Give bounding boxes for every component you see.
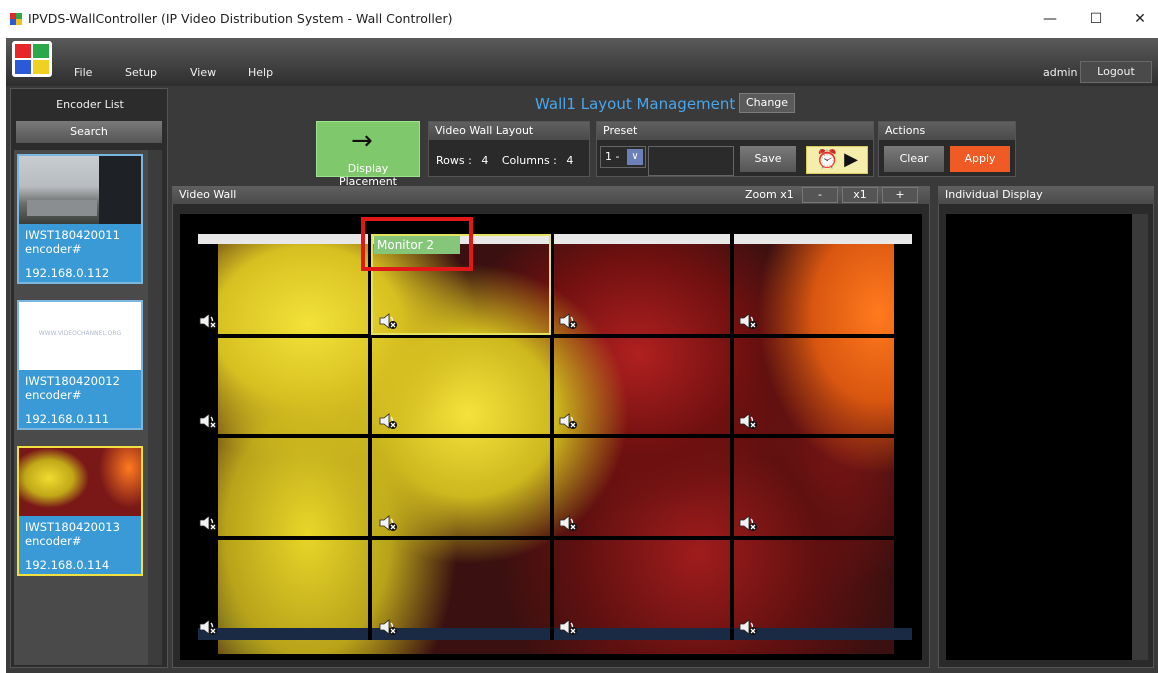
video-wall-image bbox=[218, 234, 894, 654]
grid-line bbox=[198, 334, 912, 338]
encoder-item[interactable]: WWW.VIDEOCHANNEL.ORG IWST180420012 encod… bbox=[17, 300, 143, 430]
save-preset-button[interactable]: Save bbox=[740, 146, 796, 172]
individual-display-scrollbar[interactable] bbox=[1132, 214, 1148, 660]
encoder-ip: 192.168.0.111 bbox=[25, 412, 110, 426]
close-button[interactable]: ✕ bbox=[1120, 6, 1158, 32]
apply-button[interactable]: Apply bbox=[950, 146, 1010, 172]
layout-group-title: Video Wall Layout bbox=[429, 122, 589, 140]
menu-view[interactable]: View bbox=[190, 66, 216, 79]
encoder-type: encoder# bbox=[25, 242, 82, 256]
window-title: IPVDS-WallController (IP Video Distribut… bbox=[28, 11, 453, 26]
menu-file[interactable]: File bbox=[74, 66, 92, 79]
preset-group-title: Preset bbox=[597, 122, 873, 140]
encoder-list-scrollbar[interactable] bbox=[148, 150, 162, 665]
columns-value: 4 bbox=[566, 154, 574, 167]
speaker-muted-icon[interactable] bbox=[378, 412, 398, 430]
encoder-type: encoder# bbox=[25, 388, 82, 402]
zoom-level: Zoom x1 bbox=[745, 188, 794, 201]
speaker-muted-icon[interactable] bbox=[558, 312, 578, 330]
zoom-reset-button[interactable]: x1 bbox=[842, 187, 878, 203]
encoder-id: IWST180420013 bbox=[25, 520, 120, 534]
encoder-list-title: Encoder List bbox=[56, 98, 124, 111]
encoder-id: IWST180420012 bbox=[25, 374, 120, 388]
display-placement-label: Display Placement bbox=[338, 162, 397, 188]
preset-selected-value: 1 - bbox=[605, 150, 620, 163]
rows-value: 4 bbox=[481, 154, 489, 167]
clear-button[interactable]: Clear bbox=[884, 146, 944, 172]
individual-display-screen bbox=[946, 214, 1132, 660]
wall-top-strip bbox=[198, 234, 912, 244]
thumbnail-text: WWW.VIDEOCHANNEL.ORG bbox=[38, 330, 122, 337]
speaker-muted-icon[interactable] bbox=[558, 514, 578, 532]
app-icon bbox=[10, 13, 22, 25]
change-wall-button[interactable]: Change bbox=[739, 93, 795, 113]
menu-help[interactable]: Help bbox=[248, 66, 273, 79]
speaker-muted-icon[interactable] bbox=[198, 412, 218, 430]
wall-taskbar-strip bbox=[198, 628, 912, 640]
actions-group-title: Actions bbox=[879, 122, 1015, 140]
preset-name-input[interactable] bbox=[648, 146, 734, 176]
speaker-muted-icon[interactable] bbox=[198, 514, 218, 532]
individual-display-title: Individual Display bbox=[945, 188, 1043, 201]
encoder-thumbnail bbox=[19, 448, 141, 516]
display-placement-button[interactable]: → Display Placement bbox=[316, 121, 420, 188]
app-logo bbox=[12, 41, 52, 77]
speaker-muted-icon[interactable] bbox=[558, 412, 578, 430]
encoder-item[interactable]: IWST180420011 encoder# 192.168.0.112 bbox=[17, 154, 143, 284]
grid-line bbox=[198, 434, 912, 438]
speaker-muted-icon[interactable] bbox=[198, 312, 218, 330]
encoder-name: IWST180420012 encoder# bbox=[25, 374, 120, 402]
video-wall-title: Video Wall bbox=[179, 188, 237, 201]
encoder-thumbnail bbox=[19, 156, 141, 224]
grid-line bbox=[198, 536, 912, 540]
window-titlebar: IPVDS-WallController (IP Video Distribut… bbox=[0, 0, 1158, 38]
preset-select[interactable]: 1 - ∨ bbox=[600, 146, 646, 168]
encoder-type: encoder# bbox=[25, 534, 82, 548]
speaker-muted-icon[interactable] bbox=[378, 312, 398, 330]
search-button[interactable]: Search bbox=[16, 121, 162, 143]
arrow-right-icon: → bbox=[351, 126, 373, 156]
layout-rows-columns: Rows : 4 Columns : 4 bbox=[436, 154, 573, 167]
logout-button[interactable]: Logout bbox=[1080, 61, 1152, 83]
highlight-annotation bbox=[361, 217, 473, 271]
menu-bar bbox=[6, 38, 1158, 86]
encoder-id: IWST180420011 bbox=[25, 228, 120, 242]
columns-label: Columns : bbox=[501, 154, 557, 167]
encoder-name: IWST180420013 encoder# bbox=[25, 520, 120, 548]
speaker-muted-icon[interactable] bbox=[738, 514, 758, 532]
speaker-muted-icon[interactable] bbox=[738, 412, 758, 430]
speaker-muted-icon[interactable] bbox=[738, 618, 758, 636]
encoder-item[interactable]: IWST180420013 encoder# 192.168.0.114 bbox=[17, 446, 143, 576]
page-title: Wall1 Layout Management bbox=[535, 95, 736, 113]
layout-group: Video Wall Layout bbox=[428, 121, 590, 177]
rows-label: Rows : bbox=[436, 154, 472, 167]
encoder-name: IWST180420011 encoder# bbox=[25, 228, 120, 256]
speaker-muted-icon[interactable] bbox=[378, 514, 398, 532]
encoder-ip: 192.168.0.112 bbox=[25, 266, 110, 280]
encoder-thumbnail: WWW.VIDEOCHANNEL.ORG bbox=[19, 302, 141, 370]
zoom-in-button[interactable]: + bbox=[882, 187, 918, 203]
speaker-muted-icon[interactable] bbox=[738, 312, 758, 330]
minimize-button[interactable]: — bbox=[1030, 6, 1070, 32]
menu-setup[interactable]: Setup bbox=[125, 66, 157, 79]
speaker-muted-icon[interactable] bbox=[198, 618, 218, 636]
speaker-muted-icon[interactable] bbox=[378, 618, 398, 636]
maximize-button[interactable]: ☐ bbox=[1076, 6, 1116, 32]
chevron-down-icon: ∨ bbox=[627, 149, 643, 165]
encoder-ip: 192.168.0.114 bbox=[25, 558, 110, 572]
current-user: admin bbox=[1043, 66, 1078, 79]
zoom-out-button[interactable]: - bbox=[802, 187, 838, 203]
schedule-play-button[interactable]: ⏰ ▶ bbox=[806, 146, 868, 174]
speaker-muted-icon[interactable] bbox=[558, 618, 578, 636]
